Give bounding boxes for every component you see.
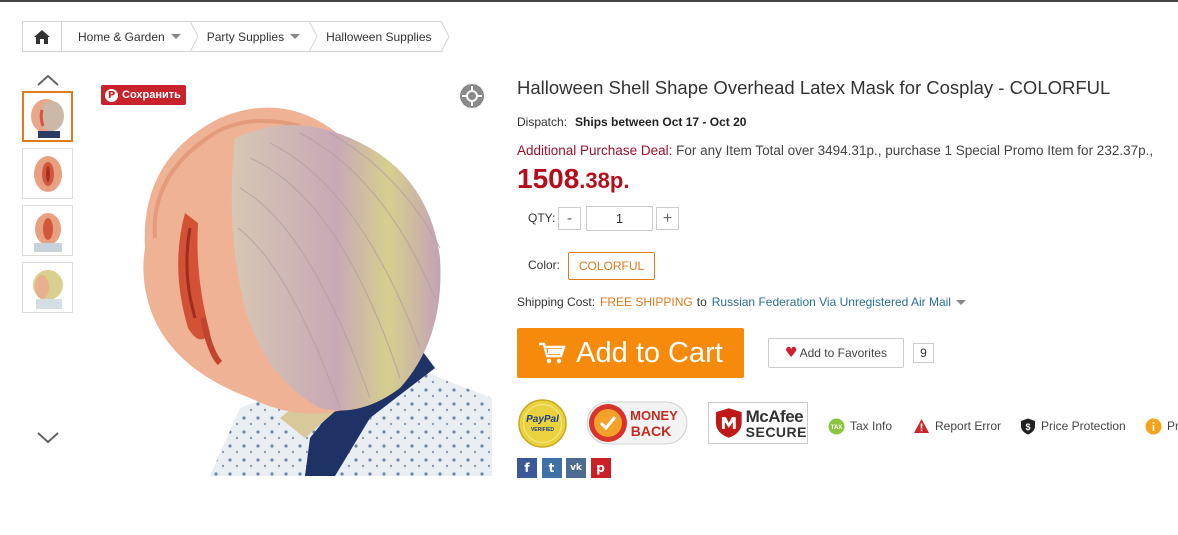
more-info-link[interactable]: Pr	[1145, 417, 1178, 435]
thumbnail-1[interactable]	[22, 91, 73, 142]
report-error-label: Report Error	[935, 419, 1002, 433]
caret-down-icon	[170, 34, 181, 39]
product-main-image[interactable]	[100, 78, 492, 476]
add-to-cart-label: Add to Cart	[576, 336, 723, 369]
dispatch-info: Dispatch: Ships between Oct 17 - Oct 20	[517, 115, 746, 129]
qty-label: QTY:	[528, 211, 556, 225]
add-to-favorites-button[interactable]: ♥ Add to Favorites	[768, 338, 904, 368]
svg-text:$: $	[1025, 422, 1030, 432]
social-share: f t vk p	[517, 458, 615, 478]
back-text: BACK	[631, 423, 671, 439]
deal-label: Additional Purchase Deal:	[517, 143, 673, 158]
twitter-icon[interactable]: t	[541, 458, 562, 478]
thumbnail-image	[33, 155, 62, 192]
qty-decrease-button[interactable]: -	[558, 207, 581, 230]
svg-text:TAX: TAX	[831, 425, 843, 431]
dispatch-value: Ships between Oct 17 - Oct 20	[575, 115, 747, 129]
shield-dollar-icon: $	[1019, 418, 1036, 435]
home-icon	[34, 29, 50, 44]
thumbnail-3[interactable]	[22, 205, 73, 256]
breadcrumb-separator	[309, 21, 318, 52]
shipping-to: to	[696, 295, 707, 309]
qty-input[interactable]	[586, 206, 653, 231]
verified-text: VERIFIED	[531, 427, 554, 433]
thumbnail-image	[33, 212, 62, 252]
pinterest-icon[interactable]: p	[590, 458, 611, 478]
thumbnail-4[interactable]	[22, 262, 73, 313]
color-label: Color:	[528, 258, 561, 272]
money-back-badge: MONEY BACK	[586, 401, 688, 445]
shipping-method-dropdown[interactable]: Russian Federation Via Unregistered Air …	[712, 295, 951, 309]
caret-down-icon[interactable]	[955, 299, 966, 305]
breadcrumb-halloween-supplies[interactable]: Halloween Supplies	[310, 21, 450, 52]
money-text: MONEY	[630, 408, 678, 423]
paypal-text: PayPal	[526, 414, 559, 425]
thumbnail-2[interactable]	[22, 148, 73, 199]
dispatch-label: Dispatch:	[517, 115, 568, 129]
add-to-cart-button[interactable]: Add to Cart	[517, 328, 744, 378]
pinterest-icon: P	[105, 88, 118, 102]
chevron-up-icon[interactable]	[36, 73, 60, 87]
vk-icon[interactable]: vk	[566, 458, 586, 478]
breadcrumb: Home & Garden Party Supplies Halloween S…	[22, 21, 450, 52]
add-to-favorites-label: Add to Favorites	[799, 346, 887, 360]
product-title: Halloween Shell Shape Overhead Latex Mas…	[517, 77, 1111, 98]
price-protection-label: Price Protection	[1041, 419, 1126, 433]
shipping-label: Shipping Cost:	[517, 295, 596, 309]
caret-down-icon	[290, 34, 301, 39]
product-price: 1508.38p.	[517, 163, 629, 195]
breadcrumb-label: Halloween Supplies	[326, 29, 432, 44]
mcafee-shield-icon	[715, 408, 742, 438]
purchase-deal: Additional Purchase Deal: For any Item T…	[517, 143, 1153, 158]
pinterest-save-button[interactable]: P Сохранить	[101, 85, 186, 105]
shipping-cost: Shipping Cost: FREE SHIPPING to Russian …	[517, 295, 966, 309]
heart-icon: ♥	[785, 345, 798, 361]
thumbnail-image	[30, 98, 64, 138]
report-error-link[interactable]: Report Error	[913, 417, 1001, 435]
favorites-count: 9	[913, 343, 934, 363]
paypal-verified-badge: PayPal VERIFIED	[518, 399, 567, 448]
cart-icon	[539, 342, 566, 364]
breadcrumb-label: Party Supplies	[206, 29, 285, 44]
thumbnail-image	[32, 269, 63, 309]
qty-increase-button[interactable]: +	[656, 207, 679, 230]
tax-info-label: Tax Info	[850, 419, 893, 433]
deal-text: For any Item Total over 3494.31p., purch…	[672, 143, 1154, 158]
mcafee-text: McAfee	[745, 406, 804, 426]
zoom-icon[interactable]	[459, 83, 485, 109]
more-info-label: Pr	[1167, 419, 1178, 433]
facebook-icon[interactable]: f	[517, 458, 537, 478]
price-protection-link[interactable]: $ Price Protection	[1019, 417, 1126, 435]
tax-info-link[interactable]: TAX Tax Info	[828, 417, 892, 435]
breadcrumb-separator	[440, 21, 450, 52]
breadcrumb-home-garden[interactable]: Home & Garden	[62, 21, 199, 52]
free-shipping-text: FREE SHIPPING	[600, 295, 693, 309]
breadcrumb-home[interactable]	[23, 22, 62, 51]
price-main: 1508	[517, 163, 580, 194]
color-option-colorful[interactable]: COLORFUL	[568, 252, 655, 280]
price-fraction: .38p.	[579, 168, 630, 193]
warning-icon	[913, 418, 930, 435]
mcafee-secure-badge: McAfee SECURE	[708, 402, 808, 444]
save-label: Сохранить	[122, 89, 181, 101]
chevron-down-icon[interactable]	[36, 431, 60, 445]
top-border	[0, 0, 1178, 2]
breadcrumb-label: Home & Garden	[78, 29, 165, 44]
product-photo	[143, 107, 492, 476]
secure-text: SECURE	[745, 423, 807, 440]
thumbnail-list	[22, 91, 74, 319]
info-icon	[1145, 418, 1162, 435]
breadcrumb-separator	[189, 21, 199, 52]
tax-icon: TAX	[828, 418, 845, 435]
breadcrumb-party-supplies[interactable]: Party Supplies	[191, 21, 318, 52]
